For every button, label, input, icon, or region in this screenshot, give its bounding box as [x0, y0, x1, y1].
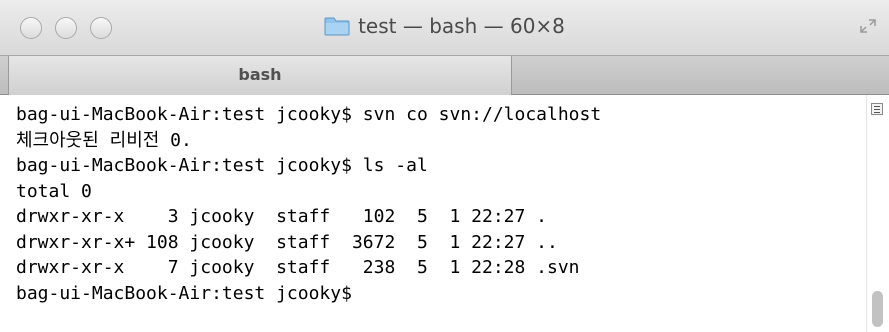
scroll-menu-icon[interactable] — [871, 103, 883, 115]
tab-bash[interactable]: bash — [8, 56, 512, 95]
terminal-output[interactable]: bag-ui-MacBook-Air:test jcooky$ svn co s… — [0, 95, 866, 332]
terminal-line: drwxr-xr-x 3 jcooky staff 102 5 1 22:27 … — [16, 206, 548, 227]
window-title-container: test — bash — 60×8 — [0, 14, 889, 38]
terminal-line: bag-ui-MacBook-Air:test jcooky$ ls -al — [16, 155, 428, 176]
terminal-line: total 0 — [16, 180, 92, 202]
terminal-prompt: bag-ui-MacBook-Air:test jcooky$ — [16, 282, 352, 304]
terminal-line: drwxr-xr-x+ 108 jcooky staff 3672 5 1 22… — [16, 231, 558, 253]
terminal-line: 체크아웃된 리비전 0. — [16, 129, 192, 151]
tab-bar: bash — [0, 55, 889, 95]
tab-label: bash — [238, 65, 282, 84]
terminal-line: bag-ui-MacBook-Air:test jcooky$ svn co s… — [16, 104, 602, 125]
terminal-window: test — bash — 60×8 bash bag-ui-MacBook-A… — [0, 0, 889, 332]
folder-icon — [324, 17, 350, 36]
scrollbar-thumb[interactable] — [872, 291, 883, 327]
terminal-line: drwxr-xr-x 7 jcooky staff 238 5 1 22:28 … — [16, 257, 580, 278]
window-title: test — bash — 60×8 — [358, 14, 565, 38]
title-bar[interactable]: test — bash — 60×8 — [0, 0, 889, 55]
vertical-scrollbar[interactable] — [866, 95, 889, 332]
fullscreen-icon[interactable] — [859, 18, 877, 34]
